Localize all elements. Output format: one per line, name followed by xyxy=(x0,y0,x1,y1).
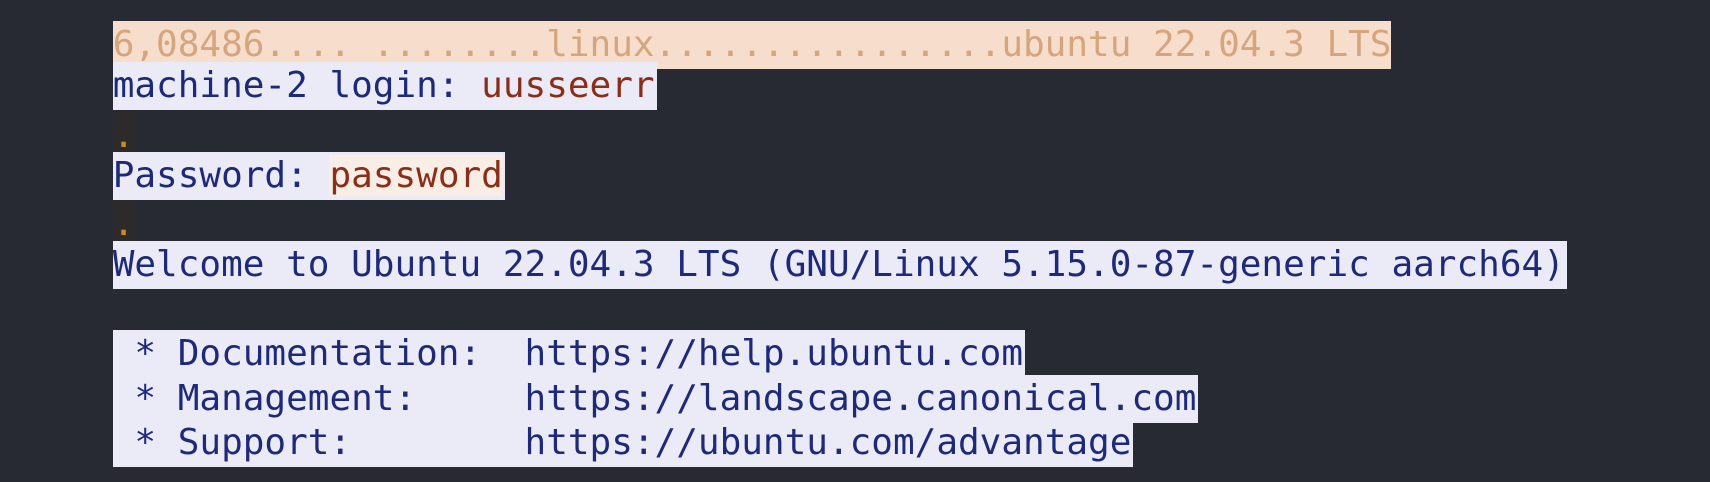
support-link[interactable]: https://ubuntu.com/advantage xyxy=(525,422,1132,463)
support-label: * Support: xyxy=(112,422,525,463)
terminal-line-welcome: Welcome to Ubuntu 22.04.3 LTS (GNU/Linux… xyxy=(26,193,1567,289)
login-line: machine-2 login: uusseerr xyxy=(112,62,657,110)
support-line: * Support: https://ubuntu.com/advantage xyxy=(112,419,1134,467)
terminal-line-support: * Support: https://ubuntu.com/advantage xyxy=(26,371,1134,467)
terminal-line-documentation: * Documentation: https://help.ubuntu.com xyxy=(26,282,1026,378)
login-value: uusseerr xyxy=(481,65,655,106)
terminal-line-password: Password: password xyxy=(26,104,505,200)
terminal-window[interactable]: 6,08486.... ........linux...............… xyxy=(0,0,1710,482)
password-value: password xyxy=(329,155,503,196)
login-prompt: machine-2 login: xyxy=(112,65,482,106)
terminal-line-login: machine-2 login: uusseerr xyxy=(26,14,657,110)
terminal-line-management: * Management: https://landscape.canonica… xyxy=(26,327,1199,423)
password-prompt: Password: xyxy=(112,155,330,196)
